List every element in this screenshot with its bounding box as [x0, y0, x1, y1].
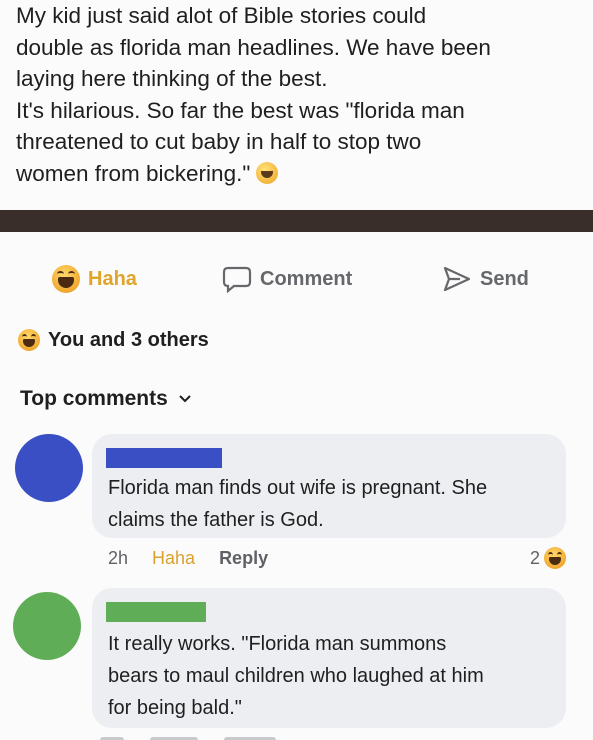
comment-line: Florida man finds out wife is pregnant. … — [108, 477, 488, 499]
haha-reaction-button[interactable]: Haha — [52, 262, 137, 296]
send-button[interactable]: Send — [442, 262, 529, 296]
post-line: It's hilarious. So far the best was "flo… — [16, 97, 465, 123]
send-icon — [442, 265, 472, 293]
post-line: threatened to cut baby in half to stop t… — [16, 129, 422, 154]
comment-actions: 2h Haha Reply — [108, 545, 268, 571]
reaction-summary[interactable]: You and 3 others — [18, 326, 209, 354]
post-line: My kid just said alot of Bible stories c… — [16, 3, 427, 28]
comment-line: bears to maul children who laughed at hi… — [108, 665, 484, 687]
reaction-summary-text: You and 3 others — [48, 328, 209, 351]
chevron-down-icon — [178, 394, 192, 404]
image-divider-bar — [0, 210, 593, 232]
comment-bubble-icon — [222, 265, 252, 293]
comment-text: Florida man finds out wife is pregnant. … — [108, 472, 487, 536]
comment-text: It really works. "Florida man summons be… — [108, 628, 484, 724]
avatar[interactable] — [15, 434, 83, 502]
comment-line: It really works. "Florida man summons — [108, 633, 447, 655]
post-text: My kid just said alot of Bible stories c… — [16, 0, 586, 189]
comment-label: Comment — [260, 267, 353, 290]
comment-bubble: Florida man finds out wife is pregnant. … — [92, 434, 566, 538]
haha-icon — [52, 265, 80, 293]
reaction-count-text: 2 — [530, 547, 541, 568]
comment-line: claims the father is God. — [108, 509, 324, 531]
haha-reaction-link[interactable]: Haha — [152, 548, 195, 569]
post-line-text: women from bickering." — [16, 160, 251, 186]
comment-line: for being bald." — [108, 697, 242, 719]
top-comments-label: Top comments — [20, 387, 168, 410]
send-label: Send — [480, 267, 529, 290]
top-comments-dropdown[interactable]: Top comments — [20, 385, 192, 413]
haha-icon — [18, 329, 40, 351]
post-line: laying here thinking of the best. — [16, 66, 328, 91]
comment-timestamp[interactable]: 2h — [108, 548, 128, 569]
redacted-name-bar[interactable] — [106, 448, 222, 468]
reply-link[interactable]: Reply — [219, 548, 268, 569]
haha-label: Haha — [88, 267, 137, 290]
comment-bubble: It really works. "Florida man summons be… — [92, 588, 566, 728]
avatar[interactable] — [13, 592, 81, 660]
post-line: women from bickering." — [16, 158, 586, 190]
comment-reaction-count[interactable]: 2 — [530, 545, 567, 571]
grinning-sweat-emoji-icon — [256, 161, 279, 184]
redacted-name-bar[interactable] — [106, 602, 206, 622]
post-line: double as florida man headlines. We have… — [16, 34, 491, 60]
cut-off-comment-actions — [100, 730, 580, 740]
haha-icon — [544, 547, 567, 569]
comment-button[interactable]: Comment — [222, 262, 352, 296]
post-action-row: Haha Comment Send — [0, 262, 593, 296]
